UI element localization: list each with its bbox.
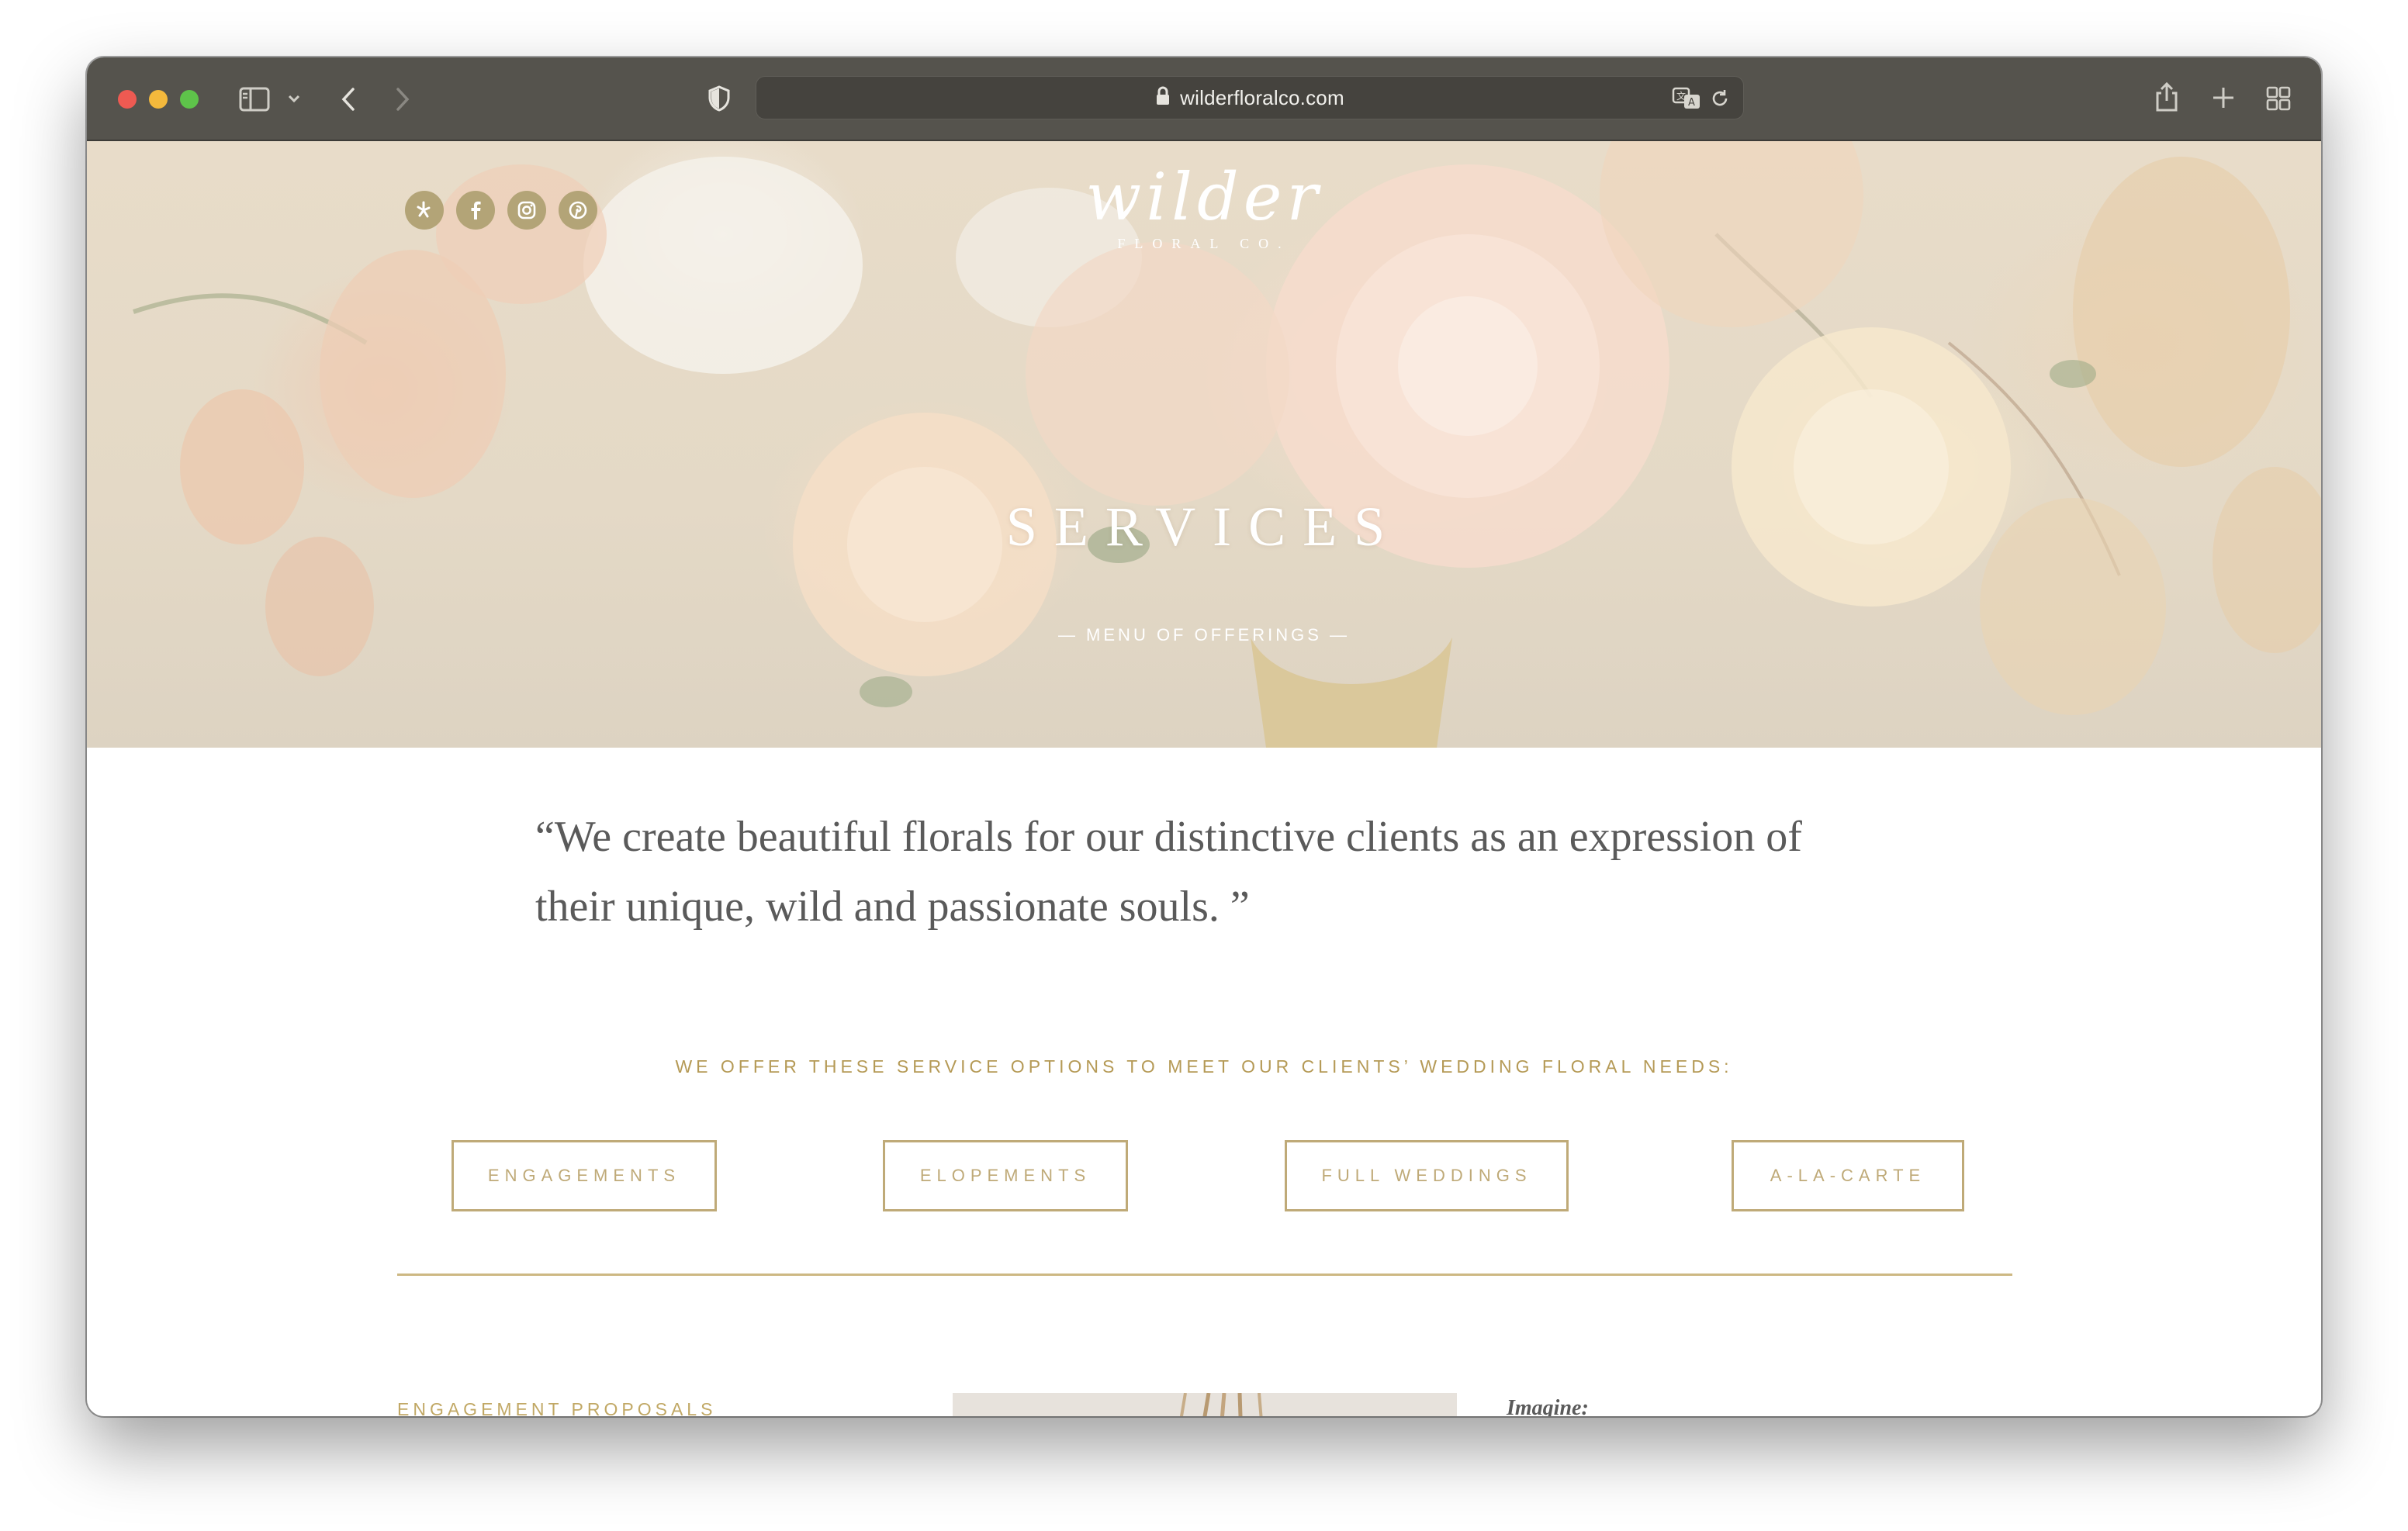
shield-icon[interactable]	[708, 85, 731, 112]
browser-window: wilderfloralco.com 文A wilder FLORAL CO. …	[87, 57, 2321, 1416]
sidebar-icon[interactable]	[239, 87, 270, 112]
svg-text:A: A	[1688, 97, 1695, 109]
forward-icon[interactable]	[394, 87, 411, 112]
facebook-icon[interactable]	[456, 191, 495, 230]
page-title: SERVICES	[1005, 496, 1403, 558]
quote-line-2: their unique, wild and passionate souls.…	[535, 883, 1250, 931]
address-bar[interactable]: wilderfloralco.com 文A	[756, 76, 1744, 119]
url-text: wilderfloralco.com	[1180, 85, 1344, 109]
lock-icon	[1155, 86, 1171, 110]
zoom-window-button[interactable]	[180, 90, 199, 109]
imagine-label: Imagine:	[1507, 1396, 1589, 1416]
a-la-carte-button[interactable]: A-LA-CARTE	[1732, 1140, 1964, 1211]
yelp-icon[interactable]	[405, 191, 444, 230]
mission-quote: “We create beautiful florals for our dis…	[535, 802, 1901, 942]
close-window-button[interactable]	[118, 90, 137, 109]
engagement-proposals-label: ENGAGEMENT PROPOSALS	[397, 1399, 717, 1416]
tab-overview-icon[interactable]	[2265, 85, 2292, 112]
hero-banner: wilder FLORAL CO. SERVICES — MENU OF OFF…	[87, 141, 2321, 748]
minimize-window-button[interactable]	[149, 90, 168, 109]
elopements-button[interactable]: ELOPEMENTS	[883, 1140, 1128, 1211]
back-icon[interactable]	[340, 87, 357, 112]
section-divider	[397, 1274, 2012, 1276]
chevron-down-icon[interactable]	[287, 93, 301, 104]
engagements-button[interactable]: ENGAGEMENTS	[452, 1140, 717, 1211]
engagement-image	[953, 1393, 1457, 1416]
reload-icon[interactable]	[1709, 88, 1731, 113]
new-tab-icon[interactable]	[2211, 85, 2236, 110]
site-logo[interactable]: wilder FLORAL CO.	[1010, 164, 1398, 265]
share-icon[interactable]	[2154, 81, 2180, 113]
full-weddings-button[interactable]: FULL WEDDINGS	[1285, 1140, 1569, 1211]
logo-wordmark: wilder	[1085, 159, 1323, 235]
translate-icon[interactable]: 文A	[1672, 86, 1701, 115]
service-options-heading: WE OFFER THESE SERVICE OPTIONS TO MEET O…	[675, 1056, 1733, 1077]
pinterest-icon[interactable]	[559, 191, 597, 230]
browser-toolbar: wilderfloralco.com 文A	[87, 57, 2321, 141]
instagram-icon[interactable]	[507, 191, 546, 230]
quote-line-1: “We create beautiful florals for our dis…	[535, 813, 1802, 861]
page-subtitle: — MENU OF OFFERINGS —	[1057, 625, 1351, 645]
logo-subtitle: FLORAL CO.	[1117, 236, 1291, 251]
